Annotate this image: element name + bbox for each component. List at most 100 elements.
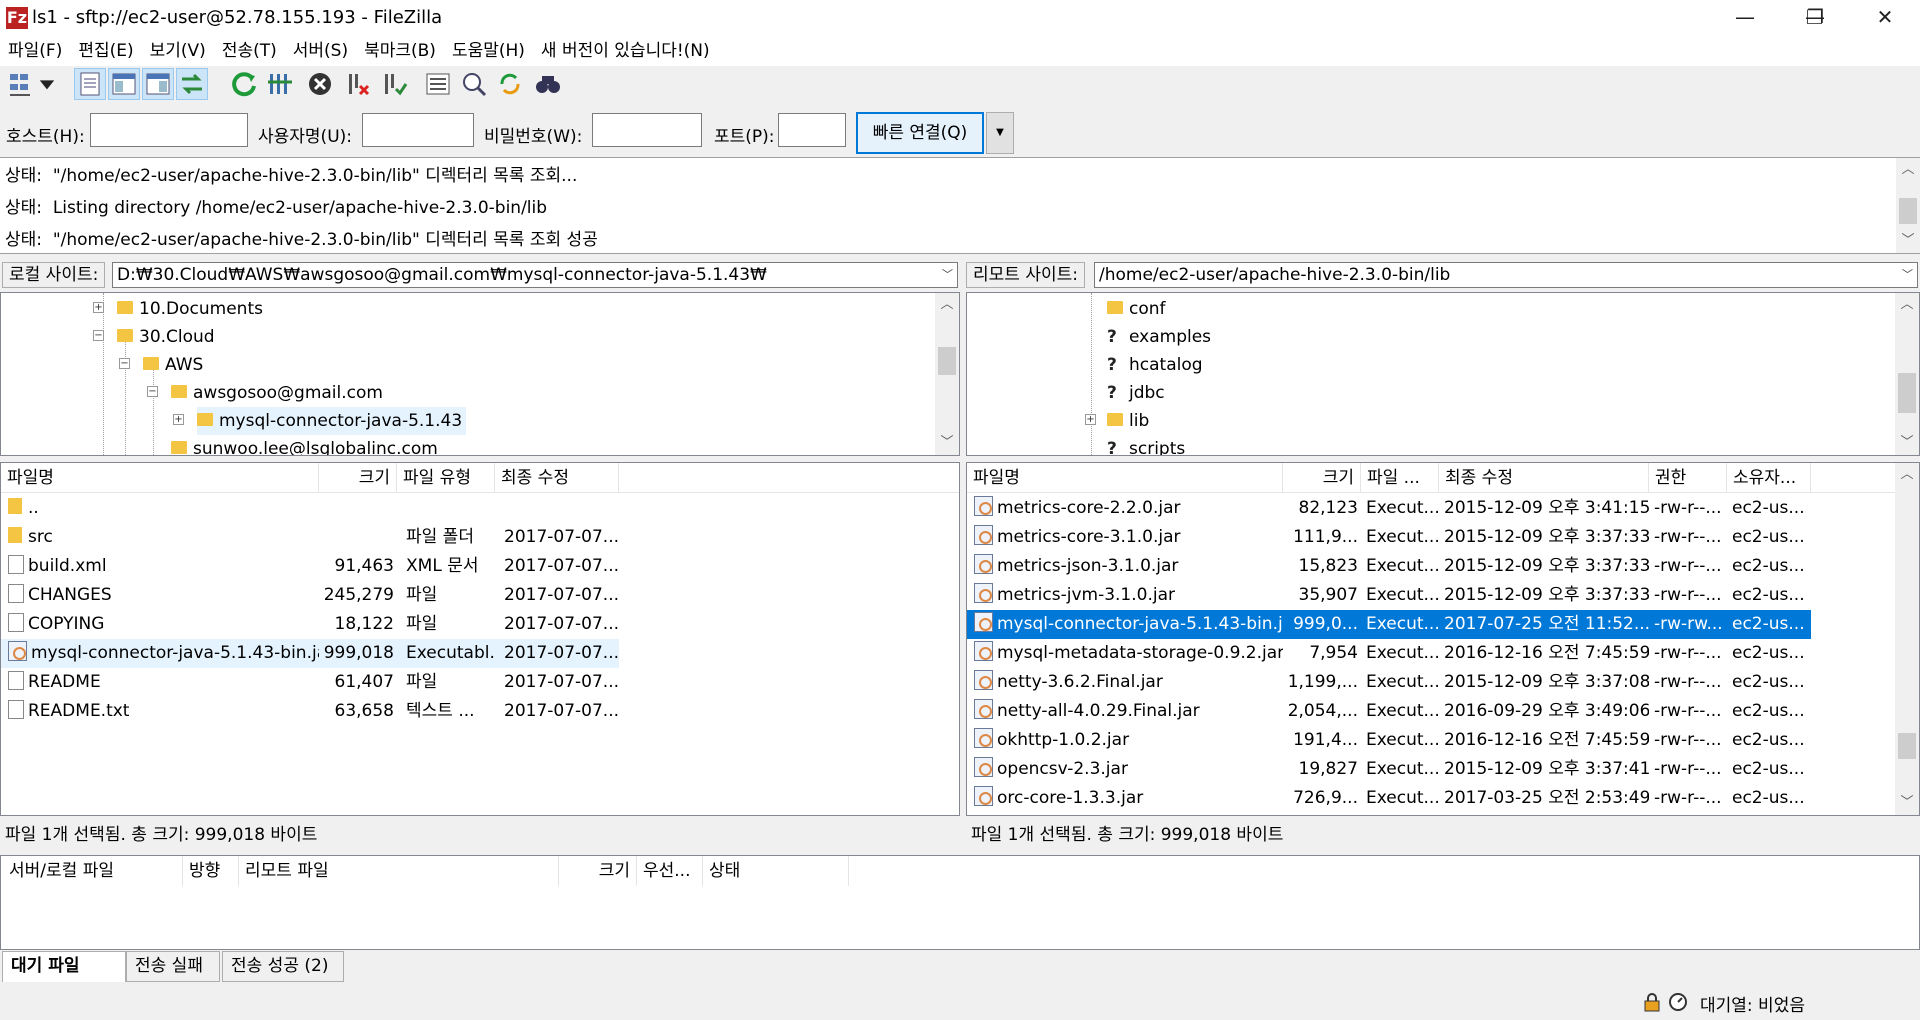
column-header-size[interactable]: 크기 xyxy=(559,856,637,886)
tree-item[interactable]: AWS xyxy=(143,351,203,379)
menu-bookmarks[interactable]: 북마크(B) xyxy=(356,37,444,65)
remote-file-row[interactable]: metrics-jvm-3.1.0.jar 35,907 Execut... 2015… xyxy=(967,581,1811,610)
sync-browse-icon[interactable] xyxy=(494,68,526,100)
column-header-permissions[interactable]: 권한 xyxy=(1649,463,1727,493)
toggle-log-icon[interactable] xyxy=(74,68,106,100)
remote-file-row[interactable]: metrics-core-3.1.0.jar 111,9... Execut... 2… xyxy=(967,523,1811,552)
reconnect-icon[interactable] xyxy=(378,68,410,100)
tree-item[interactable]: ? examples xyxy=(1107,323,1211,351)
port-input[interactable] xyxy=(778,113,846,147)
tree-item[interactable]: 30.Cloud xyxy=(117,323,215,351)
close-button[interactable]: ✕ xyxy=(1850,0,1920,36)
chevron-down-icon[interactable]: ﹀ xyxy=(1902,263,1913,287)
tree-item[interactable]: 10.Documents xyxy=(117,295,263,323)
toggle-queue-icon[interactable] xyxy=(176,68,208,100)
column-header-size[interactable]: 크기 xyxy=(319,463,397,493)
chevron-down-icon[interactable]: ﹀ xyxy=(942,263,953,287)
toggle-local-tree-icon[interactable] xyxy=(108,68,140,100)
remote-file-row[interactable]: opencsv-2.3.jar 19,827 Execut... 2015-12-09… xyxy=(967,755,1811,784)
local-file-row[interactable]: COPYING 18,122 파일 2017-07-07... xyxy=(1,610,619,639)
column-header-name[interactable]: 파일명 xyxy=(967,463,1283,493)
tab-failed-transfers[interactable]: 전송 실패 xyxy=(126,951,220,982)
quickconnect-button[interactable]: 빠른 연결(Q) xyxy=(856,112,984,154)
tab-successful-transfers[interactable]: 전송 성공 (2) xyxy=(222,951,344,982)
column-header-local-file[interactable]: 서버/로컬 파일 xyxy=(3,856,183,886)
expand-icon[interactable]: + xyxy=(1085,414,1096,425)
column-header-type[interactable]: 파일 유형 xyxy=(397,463,495,493)
menu-edit[interactable]: 편집(E) xyxy=(70,37,141,65)
expand-icon[interactable]: + xyxy=(93,302,104,313)
disconnect-icon[interactable] xyxy=(342,68,374,100)
remote-file-row[interactable]: orc-core-1.3.3.jar 726,9... Execut... 2017-… xyxy=(967,784,1811,813)
username-input[interactable] xyxy=(362,113,474,147)
cancel-icon[interactable] xyxy=(304,68,336,100)
tab-queued-files[interactable]: 대기 파일 xyxy=(2,951,126,982)
local-file-row[interactable]: README 61,407 파일 2017-07-07... xyxy=(1,668,619,697)
process-queue-icon[interactable] xyxy=(264,68,296,100)
column-header-type[interactable]: 파일 ... xyxy=(1361,463,1439,493)
menu-help[interactable]: 도움말(H) xyxy=(444,37,533,65)
site-manager-icon[interactable] xyxy=(6,68,38,100)
local-file-row[interactable]: mysql-connector-java-5.1.43-bin.jar 999,0… xyxy=(1,639,619,668)
local-tree-scrollbar[interactable]: ︿ ﹀ xyxy=(935,293,959,455)
scroll-down-icon[interactable]: ﹀ xyxy=(1895,791,1919,815)
remote-file-row[interactable]: mysql-metadata-storage-0.9.2.jar 7,954 Exe… xyxy=(967,639,1811,668)
remote-file-row[interactable]: okhttp-1.0.2.jar 191,4... Execut... 2016-12… xyxy=(967,726,1811,755)
local-file-row[interactable]: CHANGES 245,279 파일 2017-07-07... xyxy=(1,581,619,610)
scroll-thumb[interactable] xyxy=(1898,733,1916,759)
local-file-row[interactable]: build.xml 91,463 XML 문서 2017-07-07... xyxy=(1,552,619,581)
tree-item-selected[interactable]: mysql-connector-java-5.1.43 xyxy=(197,407,467,435)
column-header-modified[interactable]: 최종 수정 xyxy=(495,463,619,493)
tree-item[interactable]: awsgosoo@gmail.com xyxy=(171,379,383,407)
scroll-down-icon[interactable]: ﹀ xyxy=(1896,229,1920,253)
remote-path-input[interactable]: /home/ec2-user/apache-hive-2.3.0-bin/lib… xyxy=(1094,262,1918,288)
scroll-thumb[interactable] xyxy=(1899,198,1917,224)
tree-item[interactable]: ? hcatalog xyxy=(1107,351,1203,379)
scroll-thumb[interactable] xyxy=(1898,373,1916,413)
refresh-icon[interactable] xyxy=(228,68,260,100)
scroll-thumb[interactable] xyxy=(938,347,956,375)
local-file-row[interactable]: src 파일 폴더 2017-07-07... xyxy=(1,523,619,552)
dropdown-arrow-icon[interactable] xyxy=(38,68,56,100)
scroll-up-icon[interactable]: ︿ xyxy=(1896,158,1920,182)
column-header-direction[interactable]: 방향 xyxy=(183,856,239,886)
collapse-icon[interactable]: − xyxy=(119,358,130,369)
host-input[interactable] xyxy=(90,113,248,147)
tree-item[interactable]: conf xyxy=(1107,295,1166,323)
remote-file-row[interactable]: netty-all-4.0.29.Final.jar 2,054,... Execu… xyxy=(967,697,1811,726)
menu-server[interactable]: 서버(S) xyxy=(285,37,356,65)
tree-item[interactable]: ? scripts xyxy=(1107,435,1185,455)
collapse-icon[interactable]: − xyxy=(147,386,158,397)
remote-file-row[interactable]: mysql-connector-java-5.1.43-bin.jar 999,0… xyxy=(967,610,1811,639)
column-header-priority[interactable]: 우선... xyxy=(637,856,703,886)
remote-file-row[interactable]: metrics-json-3.1.0.jar 15,823 Execut... 201… xyxy=(967,552,1811,581)
log-scrollbar[interactable]: ︿ ﹀ xyxy=(1896,158,1920,253)
remote-tree-scrollbar[interactable]: ︿ ﹀ xyxy=(1895,293,1919,455)
column-header-owner[interactable]: 소유자... xyxy=(1727,463,1811,493)
scroll-up-icon[interactable]: ︿ xyxy=(1895,293,1919,317)
scroll-down-icon[interactable]: ﹀ xyxy=(935,431,959,455)
toggle-remote-tree-icon[interactable] xyxy=(142,68,174,100)
maximize-button[interactable]: ❐ xyxy=(1780,0,1850,36)
column-header-size[interactable]: 크기 xyxy=(1283,463,1361,493)
tree-item[interactable]: lib xyxy=(1107,407,1149,435)
filter-icon[interactable] xyxy=(422,68,454,100)
scroll-up-icon[interactable]: ︿ xyxy=(1895,463,1919,487)
column-header-name[interactable]: 파일명 xyxy=(1,463,319,493)
menu-transfer[interactable]: 전송(T) xyxy=(214,37,285,65)
quickconnect-dropdown-icon[interactable]: ▼ xyxy=(986,112,1014,154)
minimize-button[interactable]: — xyxy=(1710,0,1780,36)
menu-file[interactable]: 파일(F) xyxy=(0,37,70,65)
search-icon[interactable] xyxy=(532,68,564,100)
password-input[interactable] xyxy=(592,113,702,147)
remote-file-row[interactable]: metrics-core-2.2.0.jar 82,123 Execut... 201… xyxy=(967,494,1811,523)
local-path-input[interactable]: D:₩30.Cloud₩AWS₩awsgosoo@gmail.com₩mysql… xyxy=(112,262,958,288)
column-header-status[interactable]: 상태 xyxy=(703,856,849,886)
menu-view[interactable]: 보기(V) xyxy=(142,37,214,65)
collapse-icon[interactable]: − xyxy=(93,330,104,341)
local-file-row[interactable]: .. xyxy=(1,494,619,523)
expand-icon[interactable]: + xyxy=(173,414,184,425)
compare-icon[interactable] xyxy=(458,68,490,100)
remote-file-scrollbar[interactable]: ︿ ﹀ xyxy=(1895,463,1919,815)
tree-item[interactable]: ? jdbc xyxy=(1107,379,1165,407)
